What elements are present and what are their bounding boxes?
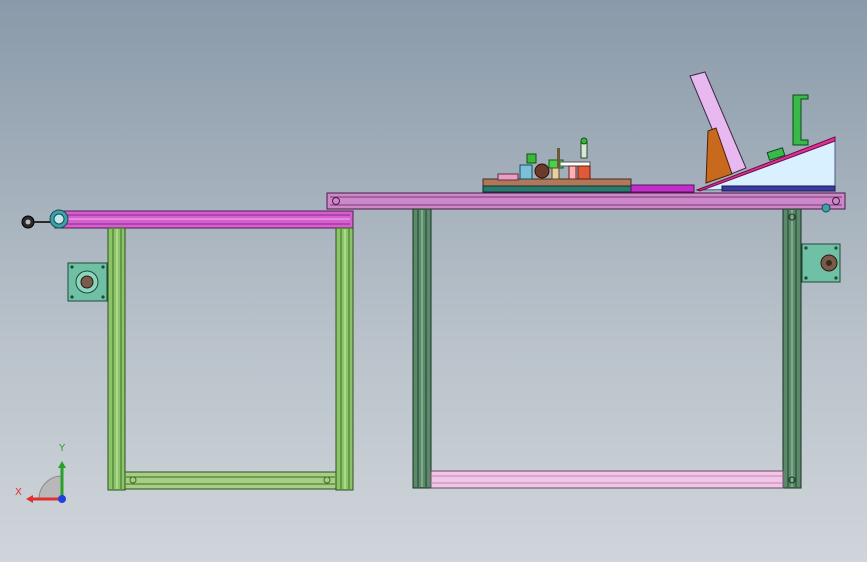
left-conveyor-frame: [21, 209, 354, 491]
ramp-base: [721, 185, 836, 192]
axis-x-label: X: [15, 487, 22, 498]
workstation-assembly: [482, 71, 836, 193]
right-table-top-beam: [326, 192, 846, 210]
base-plate-lower: [482, 185, 632, 193]
green-bracket: [792, 94, 809, 146]
left-frame-bottom-rail: [124, 471, 337, 490]
pulley-icon: [821, 203, 831, 213]
assembly-drawing: [21, 71, 846, 503]
right-table-frame: [326, 192, 846, 489]
axis-y-label: Y: [59, 443, 66, 454]
purple-strip: [630, 184, 695, 193]
motor-mount-icon: [801, 243, 841, 283]
coordinate-triad-icon: [26, 461, 66, 503]
pulley-icon: [21, 209, 69, 229]
motor-mount-icon: [67, 262, 108, 302]
right-frame-bottom-rail: [430, 470, 784, 489]
cad-viewport[interactable]: X Y: [0, 0, 867, 562]
